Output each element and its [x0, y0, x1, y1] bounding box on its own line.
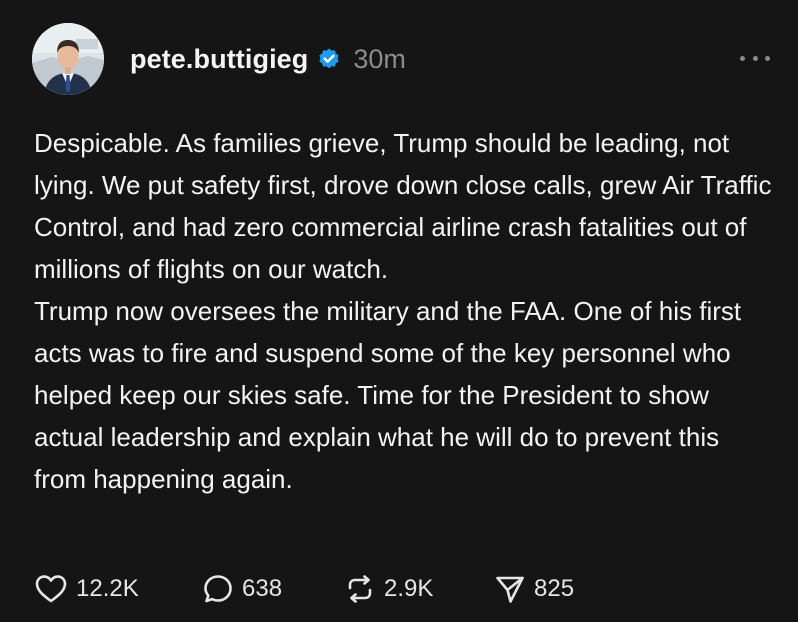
reply-count: 638 [242, 575, 283, 602]
speech-bubble-icon [204, 575, 232, 603]
paper-plane-icon [496, 576, 524, 603]
more-dots-icon[interactable] [740, 50, 770, 66]
like-count: 12.2K [76, 575, 139, 602]
avatar[interactable] [32, 23, 104, 95]
author-line: pete.buttigieg 30m [130, 44, 406, 75]
repost-count: 2.9K [384, 575, 434, 602]
post-body: Despicable. As families grieve, Trump sh… [34, 122, 774, 500]
author-username[interactable]: pete.buttigieg [130, 44, 308, 75]
like-button[interactable]: 12.2K [34, 573, 202, 605]
repost-icon [348, 575, 372, 603]
thread-post: pete.buttigieg 30m Despicable. As famili… [0, 0, 798, 622]
repost-button[interactable]: 2.9K [344, 573, 494, 605]
reply-button[interactable]: 638 [202, 573, 344, 605]
post-header: pete.buttigieg 30m [32, 22, 406, 96]
avatar-image [32, 23, 104, 95]
post-timestamp: 30m [353, 43, 406, 74]
post-paragraph-1: Despicable. As families grieve, Trump sh… [34, 128, 772, 284]
post-actions: 12.2K 638 2.9K 825 [34, 568, 574, 610]
post-paragraph-2: Trump now oversees the military and the … [34, 296, 742, 494]
share-count: 825 [534, 575, 575, 602]
heart-icon [35, 575, 67, 603]
share-button[interactable]: 825 [494, 573, 574, 605]
verified-badge-icon [317, 47, 341, 71]
